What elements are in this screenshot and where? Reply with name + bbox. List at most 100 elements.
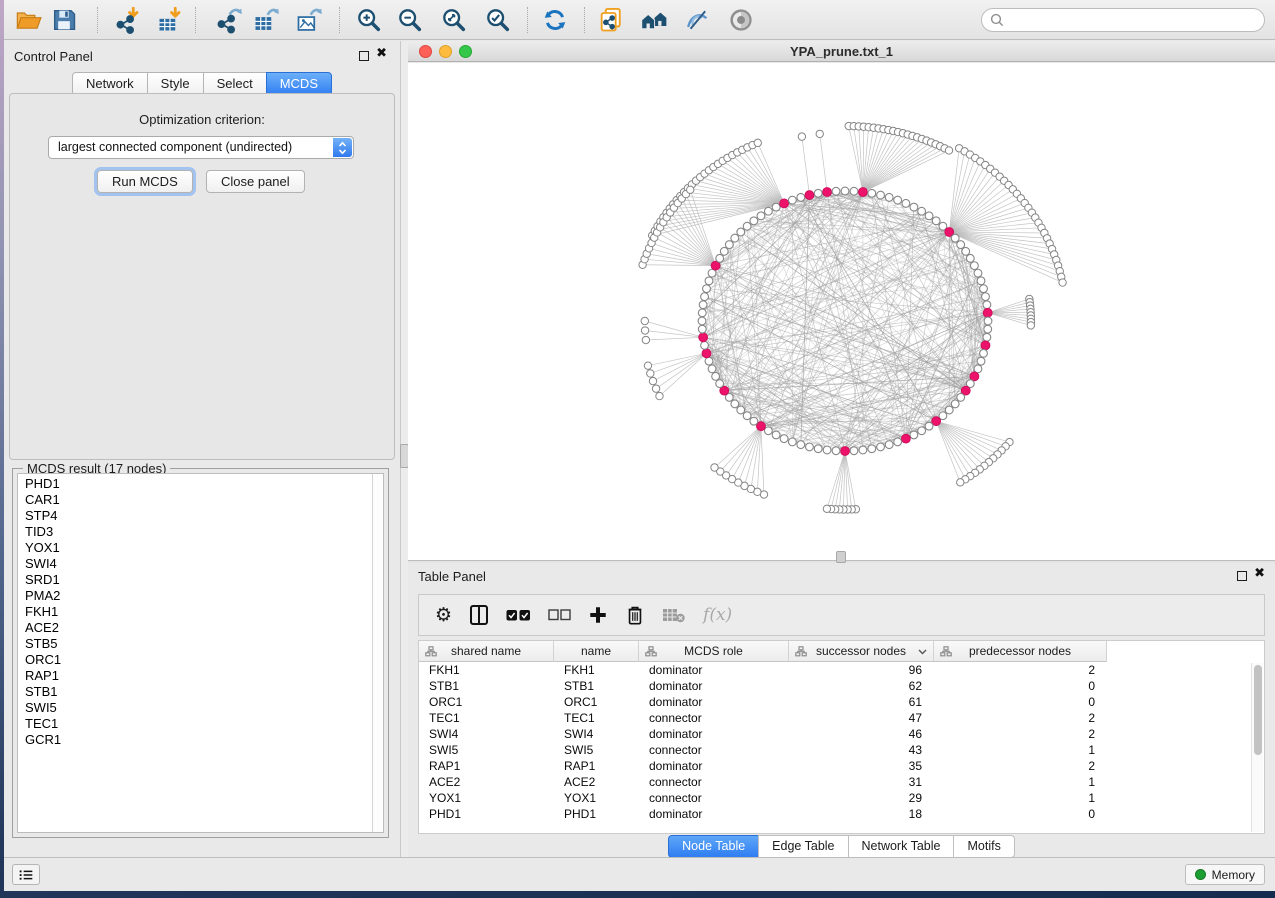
zoom-out-icon[interactable] bbox=[395, 5, 425, 35]
table-row[interactable]: ORC1ORC1dominator610 bbox=[419, 694, 1264, 710]
column-header-successor-nodes[interactable]: successor nodes bbox=[789, 641, 934, 662]
mcds-result-item[interactable]: RAP1 bbox=[18, 668, 371, 684]
table-row[interactable]: PHD1PHD1dominator180 bbox=[419, 806, 1264, 822]
refresh-icon[interactable] bbox=[540, 5, 570, 35]
toolbar-separator bbox=[339, 7, 340, 33]
table-cell: FKH1 bbox=[554, 662, 639, 678]
table-row[interactable]: YOX1YOX1connector291 bbox=[419, 790, 1264, 806]
table-cell: 1 bbox=[934, 742, 1107, 758]
mcds-result-item[interactable]: STB5 bbox=[18, 636, 371, 652]
mcds-result-item[interactable]: YOX1 bbox=[18, 540, 371, 556]
tab-edge-table[interactable]: Edge Table bbox=[758, 835, 848, 858]
table-cell: dominator bbox=[639, 806, 789, 822]
table-row[interactable]: SWI4SWI4dominator462 bbox=[419, 726, 1264, 742]
mcds-result-item[interactable]: STP4 bbox=[18, 508, 371, 524]
network-view-canvas[interactable] bbox=[408, 63, 1275, 560]
table-cell: ORC1 bbox=[554, 694, 639, 710]
table-row[interactable]: STB1STB1dominator620 bbox=[419, 678, 1264, 694]
table-row[interactable]: FKH1FKH1dominator962 bbox=[419, 662, 1264, 678]
mcds-result-item[interactable]: ORC1 bbox=[18, 652, 371, 668]
mcds-result-item[interactable]: SWI5 bbox=[18, 700, 371, 716]
show-graphics-details-icon[interactable] bbox=[726, 5, 756, 35]
close-panel-button[interactable]: Close panel bbox=[206, 170, 305, 193]
close-panel-icon[interactable]: ✖ bbox=[376, 46, 387, 61]
search-field bbox=[981, 8, 1265, 32]
table-row[interactable]: RAP1RAP1dominator352 bbox=[419, 758, 1264, 774]
select-all-columns-icon[interactable] bbox=[506, 609, 531, 622]
show-columns-icon[interactable] bbox=[469, 604, 489, 626]
memory-button[interactable]: Memory bbox=[1185, 864, 1265, 885]
status-bar: Memory bbox=[4, 857, 1275, 891]
criterion-dropdown[interactable]: largest connected component (undirected) bbox=[48, 136, 354, 159]
import-network-icon[interactable] bbox=[113, 5, 143, 35]
table-cell: dominator bbox=[639, 662, 789, 678]
mcds-result-item[interactable]: PMA2 bbox=[18, 588, 371, 604]
table-cell: 35 bbox=[789, 758, 934, 774]
mcds-result-item[interactable]: SRD1 bbox=[18, 572, 371, 588]
clone-network-icon[interactable] bbox=[596, 5, 626, 35]
deselect-all-columns-icon[interactable] bbox=[548, 609, 571, 621]
tab-motifs[interactable]: Motifs bbox=[953, 835, 1014, 858]
search-input[interactable] bbox=[981, 8, 1265, 32]
table-cell: PHD1 bbox=[419, 806, 554, 822]
table-panel: Table Panel ✖ ⚙ f(x) bbox=[408, 563, 1275, 857]
table-cell: 29 bbox=[789, 790, 934, 806]
table-cell: YOX1 bbox=[554, 790, 639, 806]
task-history-button[interactable] bbox=[12, 864, 40, 885]
run-mcds-button[interactable]: Run MCDS bbox=[97, 170, 193, 193]
table-cell: ACE2 bbox=[419, 774, 554, 790]
mcds-result-item[interactable]: PHD1 bbox=[18, 476, 371, 492]
tab-network-table[interactable]: Network Table bbox=[848, 835, 955, 858]
add-column-icon[interactable] bbox=[588, 605, 608, 625]
tab-node-table[interactable]: Node Table bbox=[668, 835, 759, 858]
mcds-result-item[interactable]: STB1 bbox=[18, 684, 371, 700]
table-cell: PHD1 bbox=[554, 806, 639, 822]
dropdown-stepper-icon bbox=[333, 138, 352, 157]
save-session-icon[interactable] bbox=[49, 5, 79, 35]
export-image-icon[interactable] bbox=[294, 5, 324, 35]
column-header-name[interactable]: name bbox=[554, 641, 639, 662]
table-panel-tabs: Node TableEdge TableNetwork TableMotifs bbox=[408, 835, 1275, 858]
toolbar-separator bbox=[97, 7, 98, 33]
main-toolbar bbox=[4, 0, 1275, 40]
table-cell: ORC1 bbox=[419, 694, 554, 710]
table-scrollbar-thumb[interactable] bbox=[1254, 665, 1262, 755]
mcds-result-item[interactable]: ACE2 bbox=[18, 620, 371, 636]
table-row[interactable]: SWI5SWI5connector431 bbox=[419, 742, 1264, 758]
import-table-icon[interactable] bbox=[155, 5, 185, 35]
table-scrollbar[interactable] bbox=[1251, 663, 1263, 832]
mcds-result-item[interactable]: SWI4 bbox=[18, 556, 371, 572]
table-cell: 62 bbox=[789, 678, 934, 694]
export-table-icon[interactable] bbox=[251, 5, 281, 35]
float-window-icon[interactable] bbox=[359, 51, 369, 61]
mcds-result-item[interactable]: CAR1 bbox=[18, 492, 371, 508]
overview-houses-icon[interactable] bbox=[639, 5, 669, 35]
horizontal-divider-handle[interactable] bbox=[836, 551, 846, 563]
mcds-list-scrollbar[interactable] bbox=[372, 474, 383, 832]
delete-column-icon[interactable] bbox=[625, 604, 645, 626]
hide-graphics-details-icon[interactable] bbox=[682, 5, 712, 35]
open-file-icon[interactable] bbox=[14, 5, 44, 35]
float-window-icon[interactable] bbox=[1237, 571, 1247, 581]
table-cell: 47 bbox=[789, 710, 934, 726]
column-header-MCDS-role[interactable]: MCDS role bbox=[639, 641, 789, 662]
table-cell: 2 bbox=[934, 758, 1107, 774]
zoom-fit-icon[interactable] bbox=[439, 5, 469, 35]
zoom-in-icon[interactable] bbox=[354, 5, 384, 35]
table-cell: FKH1 bbox=[419, 662, 554, 678]
zoom-selected-icon[interactable] bbox=[483, 5, 513, 35]
column-header-shared-name[interactable]: shared name bbox=[419, 641, 554, 662]
mcds-result-item[interactable]: GCR1 bbox=[18, 732, 371, 748]
mcds-result-item[interactable]: TID3 bbox=[18, 524, 371, 540]
table-settings-gear-icon[interactable]: ⚙ bbox=[435, 606, 452, 625]
mcds-result-item[interactable]: FKH1 bbox=[18, 604, 371, 620]
table-cell: 46 bbox=[789, 726, 934, 742]
mcds-result-item[interactable]: TEC1 bbox=[18, 716, 371, 732]
table-row[interactable]: TEC1TEC1connector472 bbox=[419, 710, 1264, 726]
column-header-predecessor-nodes[interactable]: predecessor nodes bbox=[934, 641, 1107, 662]
mcds-result-list: PHD1CAR1STP4TID3YOX1SWI4SRD1PMA2FKH1ACE2… bbox=[17, 473, 384, 833]
close-panel-icon[interactable]: ✖ bbox=[1254, 566, 1265, 581]
table-row[interactable]: ACE2ACE2connector311 bbox=[419, 774, 1264, 790]
export-network-icon[interactable] bbox=[214, 5, 244, 35]
table-cell: SWI5 bbox=[554, 742, 639, 758]
